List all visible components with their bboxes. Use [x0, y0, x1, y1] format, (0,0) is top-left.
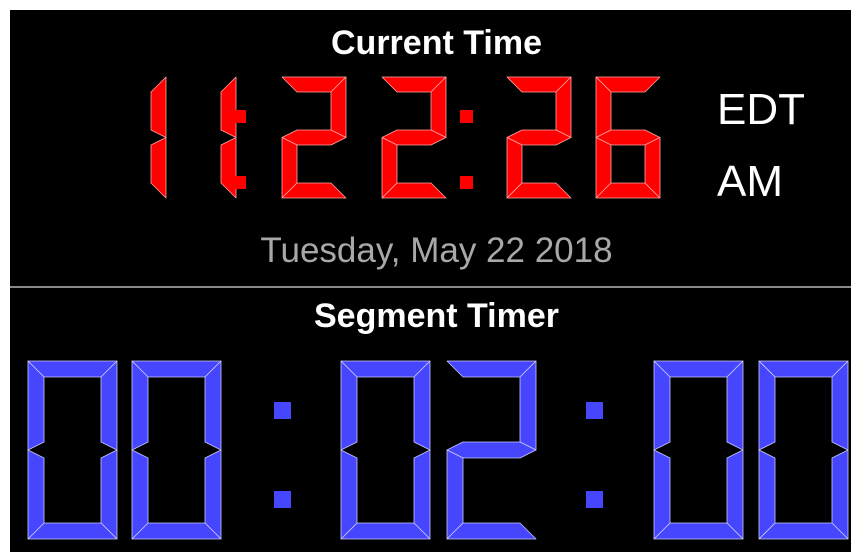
timer-colon-2-bottom [586, 491, 603, 508]
timer-segment-d [446, 522, 537, 540]
segment-timer-display [27, 360, 849, 540]
timer-segment-b [726, 360, 744, 451]
timer-digit-2 [131, 360, 222, 540]
timer-colon-1-top [274, 402, 291, 419]
timer-digit-5 [653, 360, 744, 540]
timer-digit-4 [446, 360, 537, 540]
timer-segment-e [758, 449, 776, 540]
timer-segment-e [340, 449, 358, 540]
timer-digit-6 [758, 360, 849, 540]
timer-segment-b [519, 360, 537, 451]
timer-segment-f [758, 360, 776, 451]
timer-segment-f [653, 360, 671, 451]
timer-colon-2-top [586, 402, 603, 419]
timer-segment-b [204, 360, 222, 451]
clock-panel: Current Time EDT AM Tuesday, May 22 2018… [10, 10, 851, 552]
timer-segment-f [340, 360, 358, 451]
timer-segment-g [446, 441, 537, 459]
timer-digit-3 [340, 360, 431, 540]
timer-segment-e [653, 449, 671, 540]
timer-digit-1 [27, 360, 118, 540]
timer-segment-b [831, 360, 849, 451]
timer-segment-b [100, 360, 118, 451]
timer-segment-f [27, 360, 45, 451]
timer-colon-1-bottom [274, 491, 291, 508]
timer-segment-e [131, 449, 149, 540]
timer-segment-f [131, 360, 149, 451]
timer-segment-e [27, 449, 45, 540]
timer-segment-b [413, 360, 431, 451]
